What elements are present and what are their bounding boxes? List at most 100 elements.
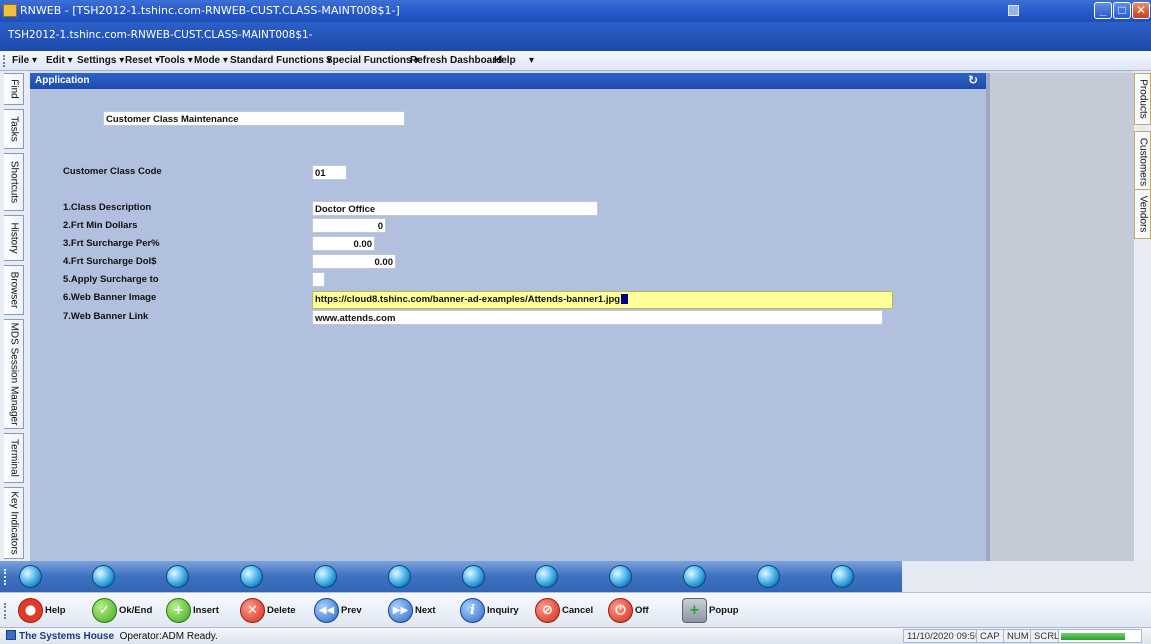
close-button[interactable]: ✕ bbox=[1132, 2, 1150, 19]
tab-browser[interactable]: Browser bbox=[4, 265, 24, 315]
menu-tools[interactable]: Tools ▾ bbox=[159, 55, 193, 66]
no-entry-icon: ⊘ bbox=[535, 598, 560, 623]
info-icon: i bbox=[460, 598, 485, 623]
text-cursor bbox=[621, 294, 629, 305]
function-key-11-globe-icon[interactable] bbox=[757, 565, 780, 588]
frt-surcharge-per-field[interactable]: 0.00 bbox=[312, 236, 375, 251]
refresh-icon[interactable]: ↻ bbox=[968, 73, 978, 87]
lifebuoy-icon bbox=[18, 598, 43, 623]
tab-tasks[interactable]: Tasks bbox=[4, 109, 24, 149]
rewind-icon: ◀◀ bbox=[314, 598, 339, 623]
function-key-2-globe-icon[interactable] bbox=[92, 565, 115, 588]
prev-button[interactable]: ◀◀ Prev bbox=[314, 598, 366, 623]
field-label-class-description: 1.Class Description bbox=[63, 202, 152, 213]
menu-file[interactable]: File ▾ bbox=[12, 55, 37, 66]
minimize-button[interactable]: _ bbox=[1094, 2, 1112, 19]
application-header: Application ↻ bbox=[30, 73, 986, 89]
operator-status: Operator:ADM Ready. bbox=[119, 631, 218, 642]
function-key-6-globe-icon[interactable] bbox=[388, 565, 411, 588]
function-key-10-globe-icon[interactable] bbox=[683, 565, 706, 588]
menu-standard-functions[interactable]: Standard Functions ▾ bbox=[230, 55, 332, 66]
cancel-button[interactable]: ⊘ Cancel bbox=[535, 598, 595, 623]
menu-special-functions[interactable]: Special Functions ▾ bbox=[326, 55, 419, 66]
ok-end-button[interactable]: ✓ Ok/End bbox=[92, 598, 154, 623]
power-icon: ⏻ bbox=[608, 598, 633, 623]
checkmark-icon: ✓ bbox=[92, 598, 117, 623]
field-label-apply-surcharge-to: 5.Apply Surcharge to bbox=[63, 274, 159, 285]
panel-splitter[interactable] bbox=[986, 73, 990, 561]
status-num: NUM bbox=[1003, 629, 1033, 643]
field-label-frt-surcharge-dol: 4.Frt Surcharge Dol$ bbox=[63, 256, 157, 267]
field-label-web-banner-link: 7.Web Banner Link bbox=[63, 311, 149, 322]
right-tab-strip: Products Customers Vendors bbox=[1134, 71, 1151, 571]
function-key-5-globe-icon[interactable] bbox=[314, 565, 337, 588]
status-datetime: 11/10/2020 09:55 bbox=[903, 629, 985, 643]
company-name: The Systems House bbox=[19, 631, 115, 642]
help-button[interactable]: Help bbox=[18, 598, 74, 623]
class-description-field[interactable]: Doctor Office bbox=[312, 201, 598, 216]
menu-bar: File ▾ Edit ▾ Settings ▾ Reset ▾ Tools ▾… bbox=[0, 51, 1151, 71]
network-icon bbox=[1008, 5, 1019, 16]
status-cap: CAP bbox=[976, 629, 1004, 643]
status-progress-fill bbox=[1061, 633, 1125, 640]
next-button[interactable]: ▶▶ Next bbox=[388, 598, 440, 623]
tab-shortcuts[interactable]: Shortcuts bbox=[4, 153, 24, 211]
function-key-9-globe-icon[interactable] bbox=[609, 565, 632, 588]
status-message: The Systems House Operator:ADM Ready. bbox=[6, 630, 218, 642]
page-title: Customer Class Maintenance bbox=[103, 111, 405, 126]
function-key-3-globe-icon[interactable] bbox=[166, 565, 189, 588]
window-title: RNWEB - [TSH2012-1.tshinc.com-RNWEB-CUST… bbox=[20, 4, 400, 17]
frt-surcharge-dol-field[interactable]: 0.00 bbox=[312, 254, 396, 269]
tab-customers[interactable]: Customers bbox=[1134, 131, 1151, 193]
inquiry-button[interactable]: i Inquiry bbox=[460, 598, 522, 623]
menu-refresh-dashboard[interactable]: Refresh Dashboard bbox=[410, 55, 502, 66]
save-disk-icon bbox=[6, 630, 16, 640]
application-body: Customer Class Maintenance Customer Clas… bbox=[30, 89, 986, 561]
field-label-frt-surcharge-per: 3.Frt Surcharge Per% bbox=[63, 238, 160, 249]
delete-button[interactable]: ✕ Delete bbox=[240, 598, 300, 623]
function-key-1-globe-icon[interactable] bbox=[19, 565, 42, 588]
left-tab-strip: Find Tasks Shortcuts History Browser MDS… bbox=[0, 71, 30, 571]
web-banner-image-field[interactable]: https://cloud8.tshinc.com/banner-ad-exam… bbox=[312, 291, 893, 309]
action-toolbar: Help ✓ Ok/End + Insert ✕ Delete ◀◀ Prev … bbox=[0, 592, 1151, 627]
function-key-12-globe-icon[interactable] bbox=[831, 565, 854, 588]
tab-key-indicators[interactable]: Key Indicators bbox=[4, 487, 24, 559]
plus-icon: + bbox=[166, 598, 191, 623]
fast-forward-icon: ▶▶ bbox=[388, 598, 413, 623]
function-key-8-globe-icon[interactable] bbox=[535, 565, 558, 588]
menu-settings[interactable]: Settings ▾ bbox=[77, 55, 124, 66]
tab-products[interactable]: Products bbox=[1134, 73, 1151, 125]
web-banner-image-value: https://cloud8.tshinc.com/banner-ad-exam… bbox=[315, 294, 621, 305]
tab-mds-session-manager[interactable]: MDS Session Manager bbox=[4, 319, 24, 429]
field-label-frt-min-dollars: 2.Frt Min Dollars bbox=[63, 220, 138, 231]
customer-class-code-label: Customer Class Code bbox=[63, 166, 162, 177]
tab-history[interactable]: History bbox=[4, 215, 24, 261]
off-button[interactable]: ⏻ Off bbox=[608, 598, 656, 623]
menu-edit[interactable]: Edit ▾ bbox=[46, 55, 73, 66]
application-header-title: Application bbox=[35, 75, 90, 86]
session-bar: TSH2012-1.tshinc.com-RNWEB-CUST.CLASS-MA… bbox=[0, 22, 1151, 51]
web-banner-link-field[interactable]: www.attends.com bbox=[312, 310, 883, 325]
frt-min-dollars-field[interactable]: 0 bbox=[312, 218, 386, 233]
tab-find[interactable]: Find bbox=[4, 73, 24, 105]
function-key-4-globe-icon[interactable] bbox=[240, 565, 263, 588]
tab-terminal[interactable]: Terminal bbox=[4, 433, 24, 483]
maximize-button[interactable]: □ bbox=[1113, 2, 1131, 19]
app-icon bbox=[3, 4, 17, 17]
menu-mode[interactable]: Mode ▾ bbox=[194, 55, 228, 66]
function-key-bar bbox=[0, 561, 902, 592]
menu-reset[interactable]: Reset ▾ bbox=[125, 55, 160, 66]
menu-overflow[interactable]: ▾ bbox=[529, 55, 534, 66]
tab-vendors[interactable]: Vendors bbox=[1134, 189, 1151, 239]
session-title: TSH2012-1.tshinc.com-RNWEB-CUST.CLASS-MA… bbox=[8, 29, 313, 41]
status-bar: The Systems House Operator:ADM Ready. 11… bbox=[0, 627, 1151, 644]
database-add-icon: + bbox=[682, 598, 707, 623]
insert-button[interactable]: + Insert bbox=[166, 598, 226, 623]
function-key-7-globe-icon[interactable] bbox=[462, 565, 485, 588]
apply-surcharge-to-field[interactable] bbox=[312, 272, 325, 287]
function-bar-filler bbox=[902, 561, 1151, 592]
right-panel bbox=[986, 73, 1134, 561]
customer-class-code-field[interactable]: 01 bbox=[312, 165, 347, 180]
menu-help[interactable]: Help bbox=[494, 55, 516, 66]
popup-button[interactable]: + Popup bbox=[682, 598, 742, 623]
